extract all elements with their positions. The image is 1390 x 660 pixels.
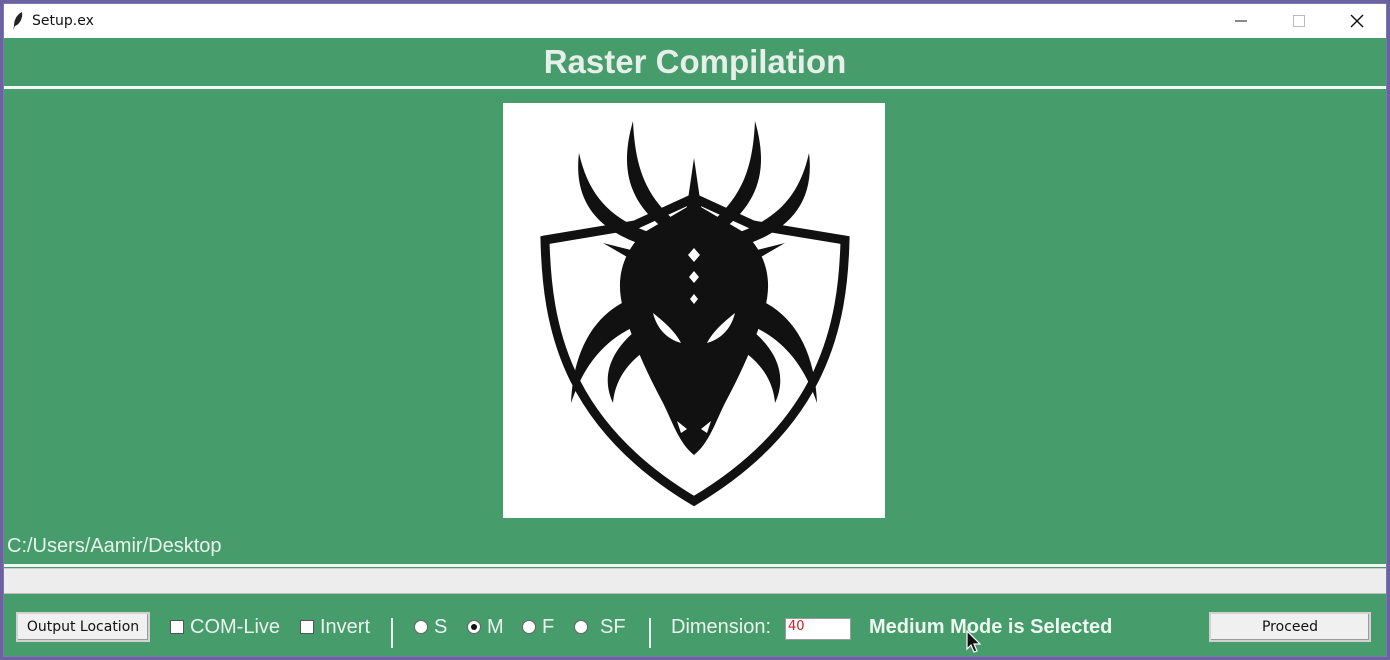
radio-s[interactable]: S [414,614,447,640]
com-live-label: COM-Live [190,615,281,638]
checkbox-icon[interactable] [170,620,184,634]
radio-icon[interactable] [522,620,536,634]
radio-sf[interactable]: SF [574,614,626,640]
feather-icon [4,4,32,38]
close-icon [1350,14,1364,28]
com-live-checkbox[interactable]: COM-Live [170,614,280,640]
divider-top [4,86,1386,89]
window-controls [1212,4,1386,38]
progress-bar [4,568,1386,594]
output-path: C:/Users/Aamir/Desktop [7,535,222,557]
window-title: Setup.ex [32,13,94,29]
radio-m[interactable]: M [467,614,504,640]
radio-f-label: F [542,615,555,638]
title-bar: Setup.ex [4,4,1386,38]
radio-f[interactable]: F [522,614,554,640]
control-bar: Output Location COM-Live Invert S M F SF… [4,596,1386,656]
separator [391,618,393,648]
minimize-icon [1235,20,1247,22]
maximize-button[interactable] [1270,4,1328,38]
dragon-shield-logo-icon [540,121,850,507]
mouse-pointer-icon [966,630,982,653]
mode-status: Medium Mode is Selected [869,616,1113,638]
radio-sf-label: SF [600,615,626,638]
output-location-button[interactable]: Output Location [16,612,150,642]
radio-icon[interactable] [574,620,588,634]
invert-checkbox[interactable]: Invert [300,614,370,640]
divider-mid [4,564,1386,567]
app-window: Setup.ex Raster Compilation C:/Users/Aam… [3,3,1387,657]
separator [649,618,651,648]
checkbox-icon[interactable] [300,620,314,634]
dimension-label: Dimension: [671,616,772,638]
radio-s-label: S [434,615,448,638]
maximize-icon [1293,15,1305,27]
close-button[interactable] [1328,4,1386,38]
invert-label: Invert [320,615,371,638]
proceed-button[interactable]: Proceed [1209,612,1371,642]
preview-image [503,103,885,518]
page-title: Raster Compilation [543,43,847,80]
dimension-input[interactable]: 40 [785,618,851,640]
radio-selected-icon[interactable] [467,620,481,634]
radio-icon[interactable] [414,620,428,634]
radio-m-label: M [487,615,504,638]
minimize-button[interactable] [1212,4,1270,38]
